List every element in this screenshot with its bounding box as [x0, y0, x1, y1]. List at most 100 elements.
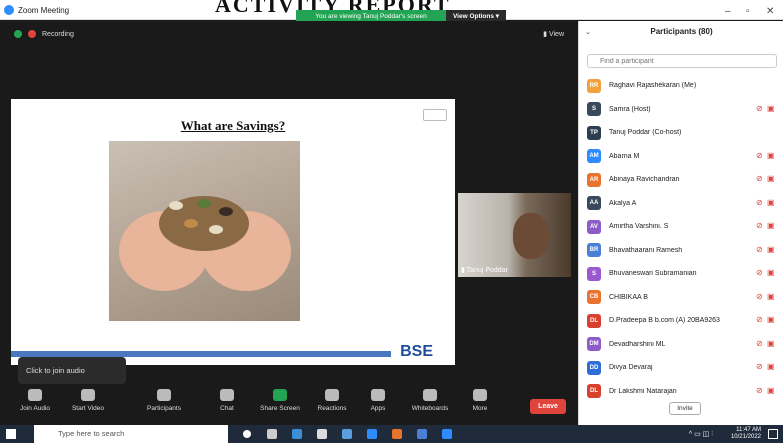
task-view-icon[interactable]: [267, 429, 277, 439]
participant-name: Tanuj Poddar (Co-host): [609, 129, 682, 137]
avatar: TP: [587, 125, 601, 140]
avatar: S: [587, 266, 601, 281]
video-off-icon: ▣: [767, 291, 775, 301]
participant-row[interactable]: AR Abinaya Ravichandran ⊘ ▣: [579, 168, 783, 192]
avatar: AM: [587, 149, 601, 164]
mail-icon[interactable]: [367, 429, 377, 439]
window-title: Zoom Meeting: [18, 5, 70, 15]
mic-muted-icon: ⊘: [756, 174, 763, 183]
participant-row[interactable]: AV Amirtha Varshini. S ⊘ ▣: [579, 215, 783, 239]
maximize-button[interactable]: ▫: [746, 6, 750, 17]
participant-row[interactable]: S Bhuvaneswari Subramanian ⊘ ▣: [579, 262, 783, 286]
mic-muted-icon: ⊘: [756, 338, 763, 348]
video-off-icon: [81, 389, 95, 401]
participant-row[interactable]: AA Akalya A ⊘ ▣: [579, 192, 783, 216]
participant-status-icons: ⊘ ▣: [756, 198, 776, 207]
photos-icon[interactable]: [417, 429, 427, 439]
shared-slide: What are Savings? BSE: [11, 99, 455, 365]
participant-row[interactable]: S Samra (Host) ⊘ ▣: [579, 98, 783, 122]
slide-corner-logo-icon: [423, 109, 447, 121]
start-icon[interactable]: [6, 429, 16, 439]
participant-name: Raghavi Rajashekaran (Me): [609, 82, 697, 90]
more-button[interactable]: More: [450, 389, 510, 412]
zoom-taskbar-icon[interactable]: [442, 429, 452, 439]
system-tray-icons[interactable]: ^ ▭ ◫ ⫶: [689, 430, 713, 439]
edge-icon[interactable]: [292, 429, 302, 439]
mic-muted-icon: ⊘: [756, 197, 763, 207]
participant-row[interactable]: DL D.Pradeepa B b.com (A) 20BA9263 ⊘ ▣: [579, 309, 783, 333]
participant-status-icons: ⊘ ▣: [756, 292, 776, 301]
minimize-button[interactable]: –: [725, 6, 731, 17]
mic-muted-icon: ⊘: [756, 385, 763, 395]
participants-button[interactable]: Participants: [134, 389, 194, 412]
mic-muted-icon: ⊘: [756, 291, 763, 301]
avatar: DD: [587, 360, 601, 375]
chat-icon: [220, 389, 234, 401]
close-button[interactable]: ✕: [766, 6, 774, 17]
video-off-icon: ▣: [767, 362, 775, 371]
video-tile-name: ▮ Tanuj Poddar: [461, 267, 508, 274]
participant-status-icons: ⊘ ▣: [756, 339, 776, 348]
video-off-icon: ▣: [767, 268, 775, 277]
file-explorer-icon[interactable]: [317, 429, 327, 439]
participant-search-input[interactable]: [587, 54, 777, 68]
invite-button[interactable]: Invite: [669, 402, 701, 415]
participant-status-icons: ⊘ ▣: [756, 174, 776, 183]
cortana-icon[interactable]: [243, 430, 251, 438]
video-off-icon: ▣: [767, 150, 775, 160]
participant-row[interactable]: RR Raghavi Rajashekaran (Me): [579, 74, 783, 98]
participant-status-icons: ⊘ ▣: [756, 221, 776, 230]
avatar: DL: [587, 384, 601, 399]
participant-row[interactable]: DL Dr Lakshmi Natarajan ⊘ ▣: [579, 380, 783, 404]
chat-button[interactable]: Chat: [197, 389, 257, 412]
headphone-icon: [28, 389, 42, 401]
whiteboard-icon: [423, 389, 437, 401]
participant-row[interactable]: BR Bhavathaarani Ramesh ⊘ ▣: [579, 239, 783, 263]
participant-video: [513, 213, 549, 259]
share-screen-button[interactable]: Share Screen: [250, 389, 310, 412]
chrome-icon[interactable]: [392, 429, 402, 439]
reactions-icon: [325, 389, 339, 401]
participant-status-icons: ⊘ ▣: [756, 362, 776, 371]
clock[interactable]: 11:47 AM 10/21/2022: [731, 427, 761, 441]
participants-list: RR Raghavi Rajashekaran (Me) S Samra (Host)…: [579, 74, 783, 403]
start-video-button[interactable]: Start Video: [58, 389, 118, 412]
view-label: View: [548, 31, 564, 38]
participants-icon: [157, 389, 171, 401]
view-button[interactable]: ▮ View: [543, 30, 564, 38]
avatar: DM: [587, 337, 601, 352]
notification-icon[interactable]: [768, 429, 778, 439]
participant-row[interactable]: AM Abarna M ⊘ ▣: [579, 145, 783, 169]
meeting-area: Recording ▮ View What are Savings? BSE ▮…: [0, 21, 578, 385]
mic-muted-icon: ⊘: [756, 362, 763, 371]
taskbar-search[interactable]: Type here to search: [34, 425, 228, 443]
leave-button[interactable]: Leave: [530, 399, 566, 414]
mic-muted-icon: ⊘: [756, 221, 763, 230]
video-off-icon: ▣: [767, 338, 775, 348]
mic-muted-icon: ⊘: [756, 103, 763, 113]
participant-row[interactable]: CB CHIBIKAA B ⊘ ▣: [579, 286, 783, 310]
slide-image-hands-nuts: [109, 141, 300, 321]
join-audio-button[interactable]: Join Audio: [5, 389, 65, 412]
shield-icon[interactable]: [14, 30, 22, 38]
join-audio-tooltip[interactable]: Click to join audio: [18, 357, 126, 384]
avatar: AV: [587, 219, 601, 234]
participant-row[interactable]: DD Divya Devaraj ⊘ ▣: [579, 356, 783, 380]
recording-icon: [28, 30, 36, 38]
participants-panel: ⌄ Participants (80) ⌕ RRRaghavi Rajashek…: [578, 21, 783, 425]
participant-status-icons: ⊘ ▣: [756, 151, 776, 160]
avatar: AA: [587, 196, 601, 211]
apps-button[interactable]: Apps: [348, 389, 408, 412]
video-off-icon: ▣: [767, 385, 775, 395]
recording-bar: Recording: [14, 30, 74, 38]
avatar: RR: [587, 78, 601, 93]
mic-muted-icon: ⊘: [756, 150, 763, 160]
share-screen-icon: [273, 389, 287, 401]
participant-row[interactable]: TP Tanuj Poddar (Co-host): [579, 121, 783, 145]
avatar: CB: [587, 290, 601, 305]
video-tile[interactable]: ▮ Tanuj Poddar: [458, 193, 571, 277]
store-icon[interactable]: [342, 429, 352, 439]
avatar: DL: [587, 313, 601, 328]
bse-logo: BSE: [400, 343, 433, 360]
participant-row[interactable]: DM Devadharshini ML ⊘ ▣: [579, 333, 783, 357]
